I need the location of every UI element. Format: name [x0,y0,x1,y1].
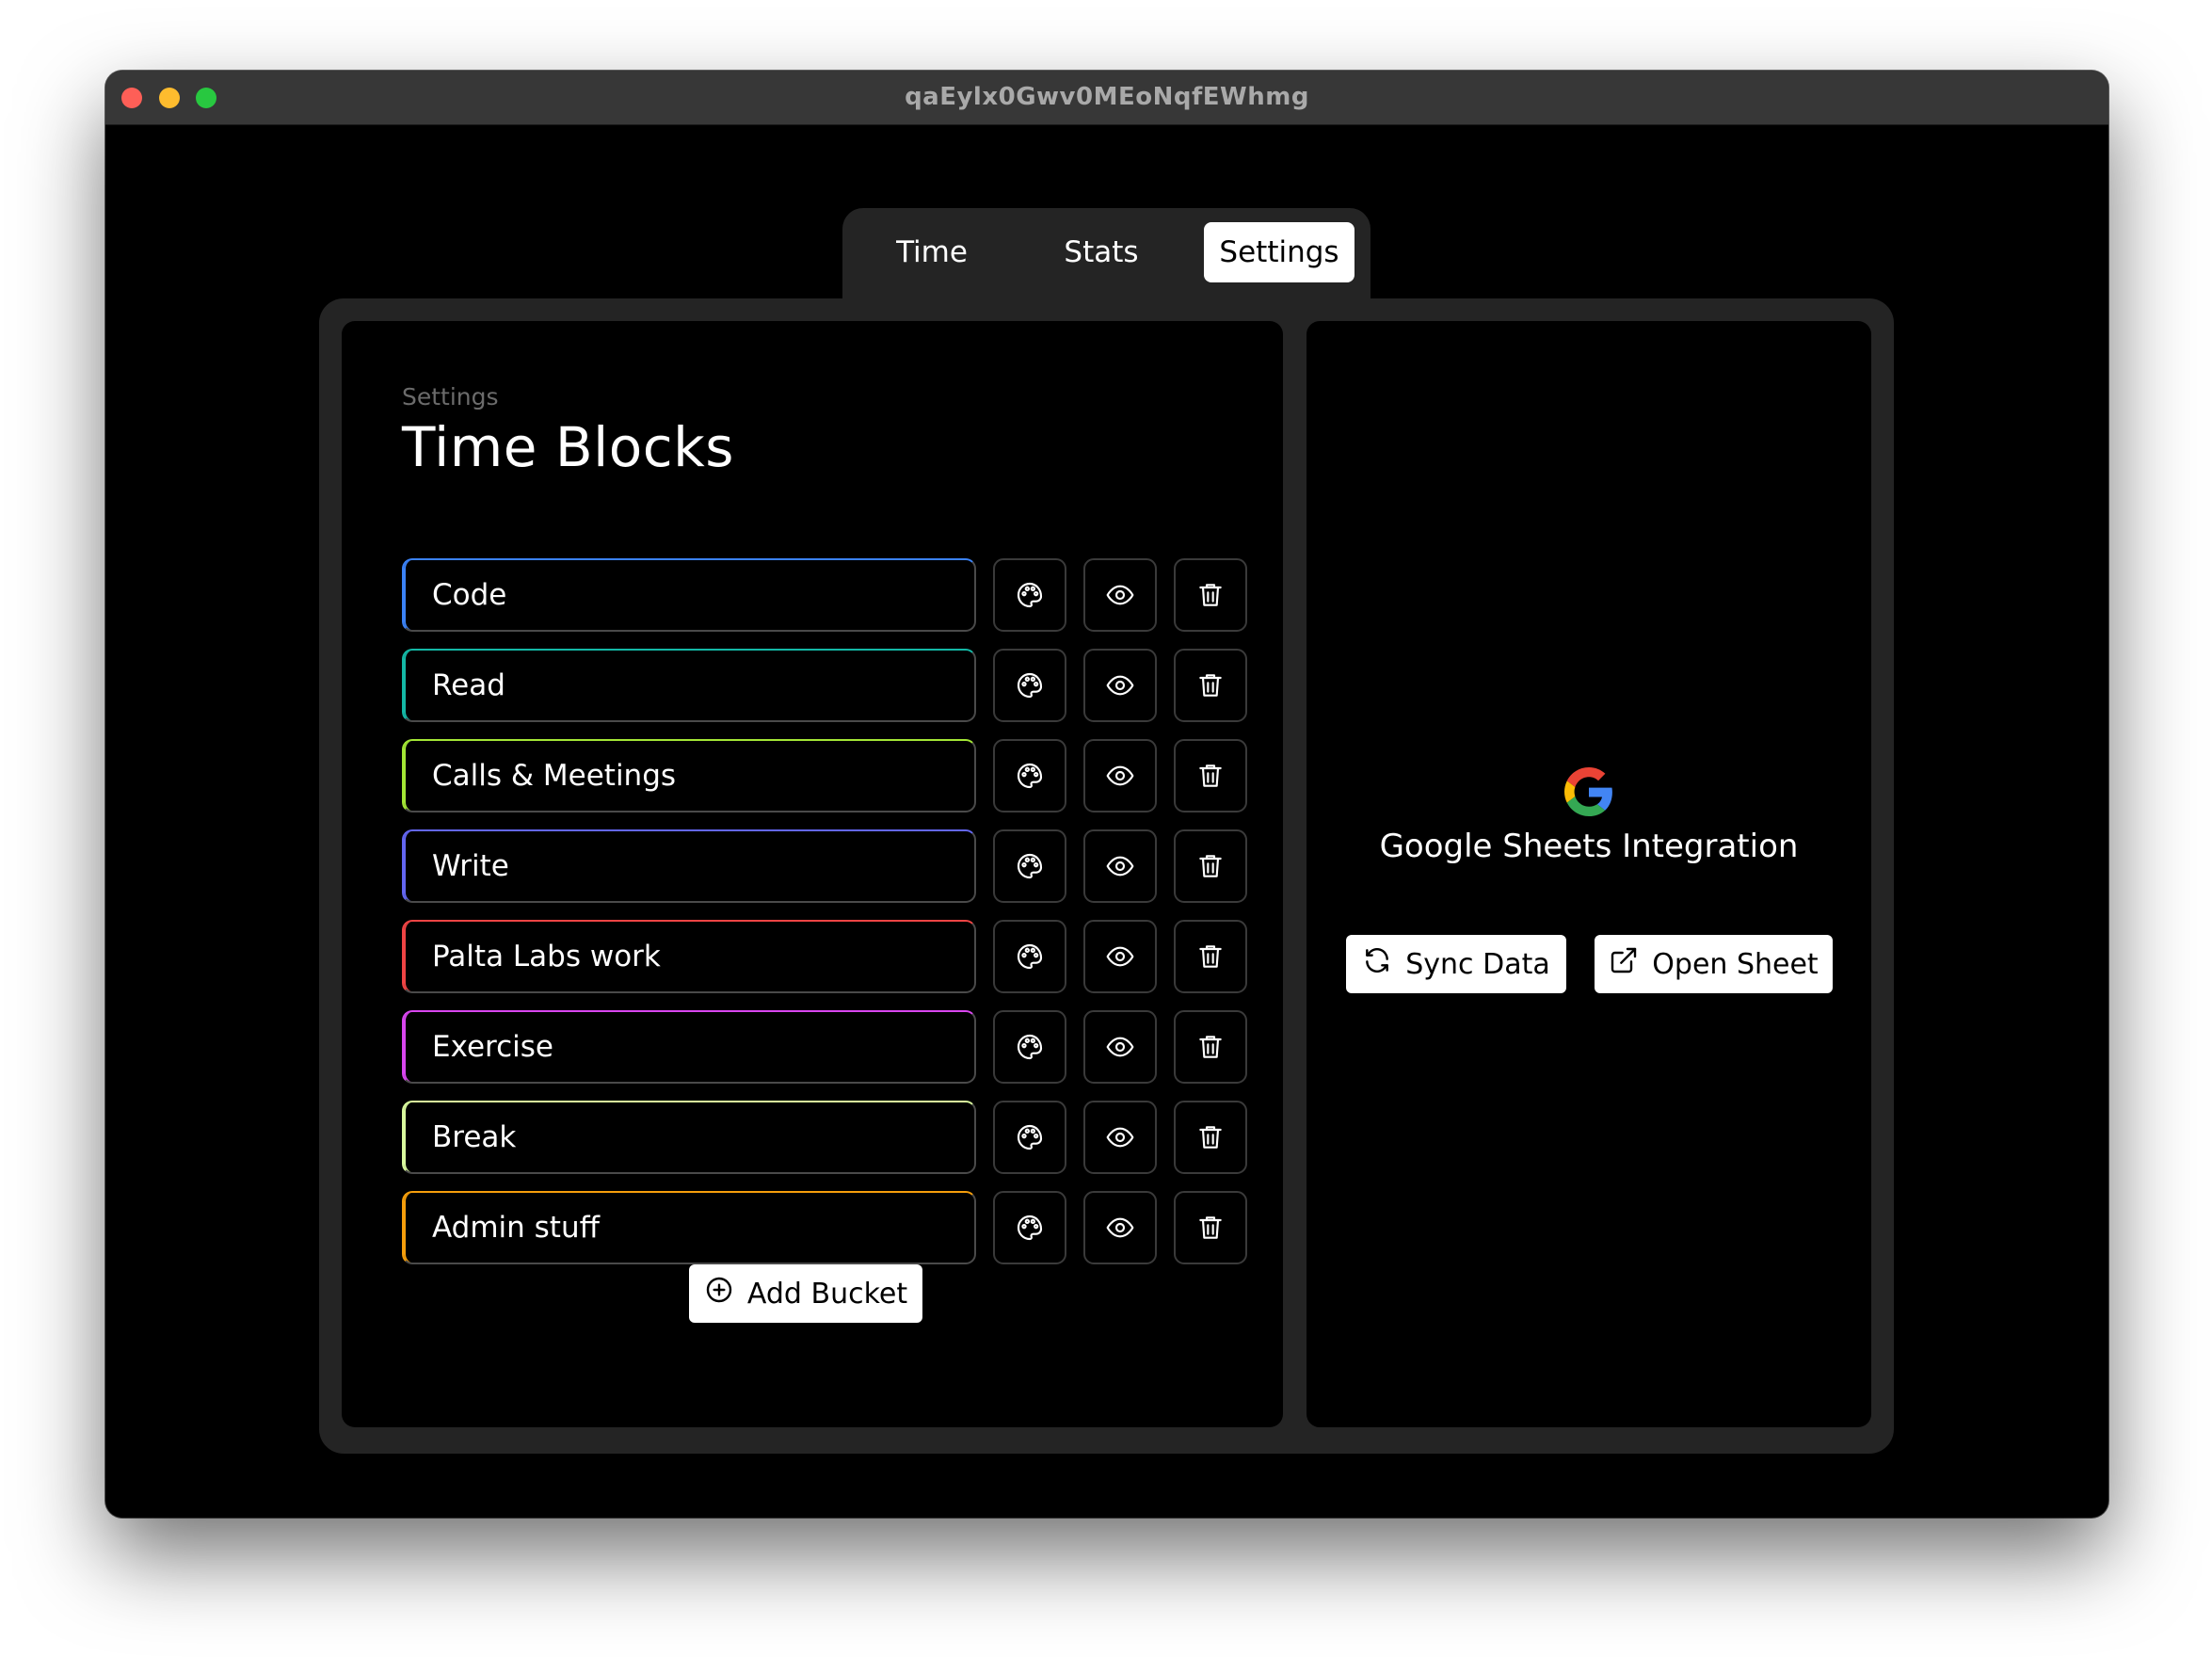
settings-panel: Settings Time Blocks Code Read Calls & Mee… [319,298,1894,1454]
title-bar: qaEylx0Gwv0MEoNqfEWhmg [105,71,2108,125]
visibility-button[interactable] [1083,649,1157,722]
palette-icon [1015,670,1045,700]
bucket-name-field[interactable]: Break [402,1101,976,1174]
color-button[interactable] [993,649,1066,722]
delete-button[interactable] [1174,1191,1247,1264]
eye-icon [1105,1213,1135,1243]
tab-time[interactable]: Time [865,222,999,282]
palette-icon [1015,580,1045,610]
bucket-name-field[interactable]: Exercise [402,1010,976,1084]
add-bucket-button[interactable]: Add Bucket [689,1264,922,1323]
integration-title: Google Sheets Integration [1379,828,1799,865]
bucket-name-field[interactable]: Code [402,558,976,632]
page-title: Time Blocks [402,415,734,479]
color-button[interactable] [993,739,1066,812]
delete-button[interactable] [1174,1010,1247,1084]
bucket-name-field[interactable]: Write [402,829,976,903]
add-bucket-label: Add Bucket [746,1277,908,1311]
delete-button[interactable] [1174,920,1247,993]
open-sheet-button[interactable]: Open Sheet [1595,935,1833,993]
visibility-button[interactable] [1083,558,1157,632]
delete-button[interactable] [1174,649,1247,722]
sync-data-button[interactable]: Sync Data [1346,935,1566,993]
color-button[interactable] [993,1191,1066,1264]
trash-icon [1195,941,1226,972]
visibility-button[interactable] [1083,829,1157,903]
app-window: qaEylx0Gwv0MEoNqfEWhmg Time Stats Settin… [105,71,2108,1518]
window-title: qaEylx0Gwv0MEoNqfEWhmg [905,83,1309,111]
trash-icon [1195,580,1226,610]
refresh-icon [1362,945,1392,983]
palette-icon [1015,761,1045,791]
eye-icon [1105,580,1135,610]
bucket-name-field[interactable]: Admin stuff [402,1191,976,1264]
trash-icon [1195,670,1226,700]
tab-settings[interactable]: Settings [1204,222,1354,282]
bucket-name-field[interactable]: Palta Labs work [402,920,976,993]
visibility-button[interactable] [1083,739,1157,812]
eye-icon [1105,851,1135,881]
trash-icon [1195,1213,1226,1243]
color-button[interactable] [993,1010,1066,1084]
visibility-button[interactable] [1083,1191,1157,1264]
eye-icon [1105,670,1135,700]
visibility-button[interactable] [1083,1101,1157,1174]
trash-icon [1195,1122,1226,1152]
trash-icon [1195,761,1226,791]
palette-icon [1015,941,1045,972]
trash-icon [1195,1032,1226,1062]
palette-icon [1015,1122,1045,1152]
delete-button[interactable] [1174,558,1247,632]
time-blocks-card: Settings Time Blocks Code Read Calls & Mee… [342,321,1283,1427]
delete-button[interactable] [1174,739,1247,812]
eye-icon [1105,761,1135,791]
sync-data-label: Sync Data [1405,947,1550,981]
tab-stats[interactable]: Stats [1034,222,1168,282]
bucket-name-field[interactable]: Read [402,649,976,722]
visibility-button[interactable] [1083,1010,1157,1084]
palette-icon [1015,851,1045,881]
eye-icon [1105,941,1135,972]
visibility-button[interactable] [1083,920,1157,993]
bucket-name-field[interactable]: Calls & Meetings [402,739,976,812]
external-link-icon [1609,945,1639,983]
color-button[interactable] [993,920,1066,993]
google-icon [1564,767,1613,816]
eye-icon [1105,1032,1135,1062]
palette-icon [1015,1032,1045,1062]
palette-icon [1015,1213,1045,1243]
trash-icon [1195,851,1226,881]
color-button[interactable] [993,829,1066,903]
integration-card: Google Sheets Integration Sync Data Open… [1306,321,1871,1427]
delete-button[interactable] [1174,1101,1247,1174]
plus-circle-icon [704,1275,734,1312]
eye-icon [1105,1122,1135,1152]
delete-button[interactable] [1174,829,1247,903]
color-button[interactable] [993,558,1066,632]
color-button[interactable] [993,1101,1066,1174]
breadcrumb: Settings [402,383,499,410]
open-sheet-label: Open Sheet [1652,947,1819,981]
